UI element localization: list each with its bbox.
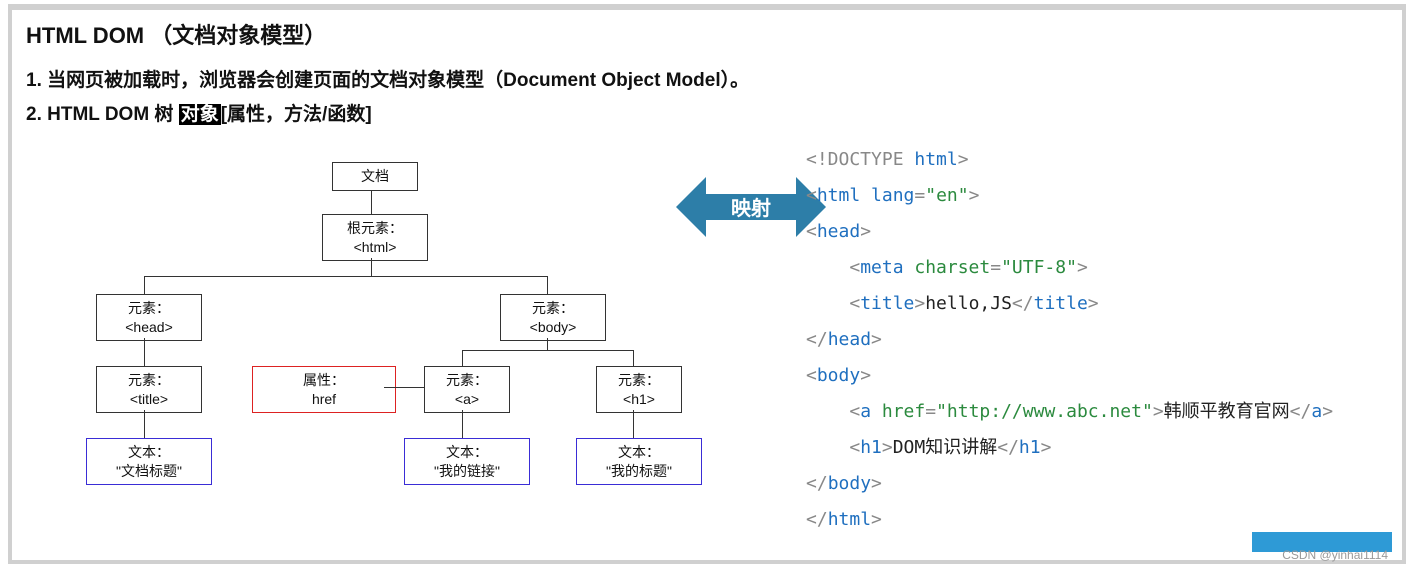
bullet-2-b: 树 [149,104,179,125]
bullet-1: 1. 当网页被加载时，浏览器会创建页面的文档对象模型（Document Obje… [26,64,1388,98]
node-text3-l2: "我的标题" [583,462,695,480]
node-attr-l1: 属性： [259,371,389,389]
edge [371,258,372,276]
node-document: 文档 [332,162,418,190]
edge [462,350,634,351]
edge [462,410,463,438]
bullet-2-num: 2. [26,104,47,125]
node-text1-l1: 文本： [93,443,205,461]
node-h1: 元素： <h1> [596,366,682,412]
edge [633,350,634,366]
node-text-title: 文本： "文档标题" [86,438,212,484]
mapping-arrow-label: 映射 [731,192,771,221]
watermark: CSDN @yinhai1114 [1282,548,1388,562]
node-text1-l2: "文档标题" [93,462,205,480]
bullet-1-text-a: 当网页被加载时，浏览器会创建页面的文档对象模型（ [42,70,503,91]
dom-tree-diagram: 文档 根元素： <html> 元素： <head> 元素： <body> [26,152,676,512]
bullet-1-num: 1. [26,70,42,91]
node-body: 元素： <body> [500,294,606,340]
node-title: 元素： <title> [96,366,202,412]
code-snippet: <!DOCTYPE html> <html lang="en"> <head> … [806,142,1333,538]
content-area: 文档 根元素： <html> 元素： <head> 元素： <body> [26,142,1388,522]
code-line: <!DOCTYPE html> [806,142,1333,178]
node-document-label: 文档 [339,167,411,185]
node-head-l1: 元素： [103,299,195,317]
bullet-1-bold: Document Object Model [503,70,720,91]
node-a-l1: 元素： [431,371,503,389]
node-title-l1: 元素： [103,371,195,389]
node-h1-l2: <h1> [603,390,675,408]
bullet-2-highlight: 对象 [179,104,221,125]
edge [384,387,424,388]
node-a: 元素： <a> [424,366,510,412]
code-line: <head> [806,214,1333,250]
edge [144,410,145,438]
node-text-heading: 文本： "我的标题" [576,438,702,484]
code-line: <meta charset="UTF-8"> [806,250,1333,286]
node-root: 根元素： <html> [322,214,428,260]
code-line: <a href="http://www.abc.net">韩顺平教育官网</a> [806,394,1333,430]
edge [371,190,372,214]
edge [144,276,548,277]
code-line: <title>hello,JS</title> [806,286,1333,322]
node-root-l2: <html> [329,238,421,256]
node-head-l2: <head> [103,318,195,336]
edge [547,276,548,294]
node-text2-l1: 文本： [411,443,523,461]
edge [144,276,145,294]
edge [547,338,548,350]
edge [633,410,634,438]
code-line: <h1>DOM知识讲解</h1> [806,430,1333,466]
node-text-link: 文本： "我的链接" [404,438,530,484]
edge [462,350,463,366]
node-a-l2: <a> [431,390,503,408]
bullet-2-c: [属性，方法/函数] [221,104,372,125]
node-title-l2: <title> [103,390,195,408]
document-page: HTML DOM （文档对象模型） 1. 当网页被加载时，浏览器会创建页面的文档… [8,4,1406,564]
bullet-list: 1. 当网页被加载时，浏览器会创建页面的文档对象模型（Document Obje… [26,64,1388,132]
node-body-l1: 元素： [507,299,599,317]
code-line: </body> [806,466,1333,502]
node-root-l1: 根元素： [329,219,421,237]
node-body-l2: <body> [507,318,599,336]
edge [144,338,145,366]
node-text3-l1: 文本： [583,443,695,461]
node-h1-l1: 元素： [603,371,675,389]
node-attr-l2: href [259,390,389,408]
code-line: <html lang="en"> [806,178,1333,214]
node-attr-href: 属性： href [252,366,396,412]
code-line: </head> [806,322,1333,358]
page-title: HTML DOM （文档对象模型） [26,18,1388,50]
bullet-2-a: HTML DOM [47,104,149,125]
bullet-1-text-b: ）。 [721,70,750,91]
bullet-2: 2. HTML DOM 树 对象[属性，方法/函数] [26,98,1388,132]
node-text2-l2: "我的链接" [411,462,523,480]
node-head: 元素： <head> [96,294,202,340]
code-line: <body> [806,358,1333,394]
